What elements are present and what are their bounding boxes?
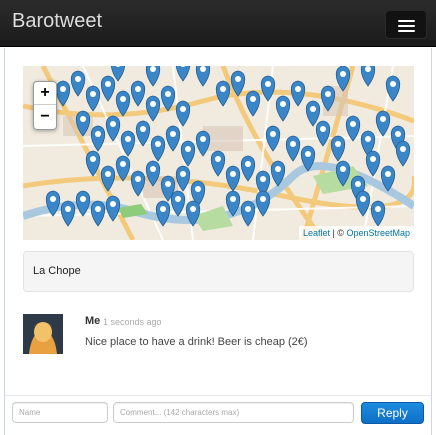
divider (5, 395, 431, 396)
map-marker-dot (305, 151, 311, 157)
map-marker-dot (105, 81, 111, 87)
map-marker-dot (370, 156, 376, 162)
map-marker-dot (50, 196, 56, 202)
map-marker-dot (280, 101, 286, 107)
map-marker-dot (135, 176, 141, 182)
map[interactable]: + − Leaflet | © OpenStreetMap (23, 66, 414, 240)
avatar-image (23, 314, 63, 354)
map-marker-dot (95, 206, 101, 212)
map-marker-dot (270, 131, 276, 137)
hamburger-icon-bar (398, 25, 415, 27)
map-marker-dot (245, 161, 251, 167)
map-marker-dot (150, 101, 156, 107)
map-marker-dot (60, 86, 66, 92)
map-marker-dot (260, 176, 266, 182)
map-marker-dot (230, 196, 236, 202)
map-marker-dot (360, 196, 366, 202)
map-tiles[interactable] (23, 66, 414, 240)
map-marker-dot (190, 206, 196, 212)
map-marker-dot (90, 91, 96, 97)
map-marker-dot (215, 156, 221, 162)
openstreetmap-link[interactable]: OpenStreetMap (346, 228, 410, 238)
map-marker-dot (250, 96, 256, 102)
map-marker-dot (365, 66, 371, 72)
map-marker-dot (150, 166, 156, 172)
map-marker-dot (175, 196, 181, 202)
map-marker-dot (195, 186, 201, 192)
map-marker-dot (180, 171, 186, 177)
map-marker-dot (120, 161, 126, 167)
map-marker-dot (365, 136, 371, 142)
map-marker-dot (120, 96, 126, 102)
hamburger-icon (398, 20, 415, 22)
map-marker-dot (395, 131, 401, 137)
attribution-separator: | © (329, 228, 347, 238)
map-marker-dot (375, 206, 381, 212)
leaflet-link[interactable]: Leaflet (303, 228, 330, 238)
map-marker-dot (340, 71, 346, 77)
map-marker-dot (160, 206, 166, 212)
map-marker-dot (155, 141, 161, 147)
place-name: La Chope (33, 265, 81, 277)
map-marker-dot (260, 196, 266, 202)
map-marker-dot (335, 141, 341, 147)
map-marker-dot (65, 206, 71, 212)
navbar: Barotweet (0, 0, 436, 47)
map-marker-dot (110, 121, 116, 127)
map-marker-dot (200, 66, 206, 72)
map-attribution: Leaflet | © OpenStreetMap (298, 226, 414, 240)
reply-button[interactable]: Reply (361, 402, 424, 424)
menu-toggle-button[interactable] (385, 10, 427, 39)
map-marker-dot (245, 206, 251, 212)
zoom-control: + − (33, 81, 57, 130)
map-marker-dot (310, 106, 316, 112)
map-marker-dot (105, 171, 111, 177)
map-marker-dot (320, 126, 326, 132)
brand-title[interactable]: Barotweet (12, 10, 102, 33)
map-marker-dot (290, 141, 296, 147)
map-marker-dot (135, 86, 141, 92)
map-marker-dot (295, 86, 301, 92)
map-marker-dot (230, 171, 236, 177)
map-marker-dot (185, 146, 191, 152)
map-marker-dot (235, 76, 241, 82)
map-marker-dot (125, 136, 131, 142)
map-marker-dot (380, 116, 386, 122)
map-marker-dot (350, 121, 356, 127)
map-marker-dot (75, 76, 81, 82)
comment-text: Nice place to have a drink! Beer is chea… (85, 336, 308, 348)
place-panel: La Chope (23, 251, 414, 292)
map-marker-dot (150, 66, 156, 72)
zoom-in-button[interactable]: + (34, 82, 56, 105)
avatar (23, 314, 63, 354)
zoom-out-button[interactable]: − (34, 106, 56, 129)
comment-input[interactable] (113, 402, 354, 423)
map-marker-dot (200, 136, 206, 142)
map-marker-dot (80, 116, 86, 122)
map-marker-dot (385, 171, 391, 177)
map-marker-dot (340, 166, 346, 172)
map-marker-dot (95, 131, 101, 137)
map-marker-dot (220, 86, 226, 92)
map-marker-dot (325, 91, 331, 97)
comment-item: Me 1 seconds ago Nice place to have a dr… (23, 312, 414, 362)
map-marker-dot (400, 146, 406, 152)
comment-author: Me (85, 315, 101, 327)
map-marker-dot (170, 131, 176, 137)
hamburger-icon-bar (398, 30, 415, 32)
map-marker-dot (180, 106, 186, 112)
map-marker-dot (165, 181, 171, 187)
map-marker-dot (390, 81, 396, 87)
comment-time: 1 seconds ago (103, 317, 162, 327)
map-marker-dot (265, 81, 271, 87)
map-marker-dot (110, 201, 116, 207)
map-marker-dot (275, 166, 281, 172)
map-marker-dot (80, 196, 86, 202)
map-marker-dot (140, 126, 146, 132)
map-marker-dot (90, 156, 96, 162)
name-input[interactable] (12, 402, 108, 423)
map-marker-dot (355, 181, 361, 187)
map-marker-dot (165, 91, 171, 97)
